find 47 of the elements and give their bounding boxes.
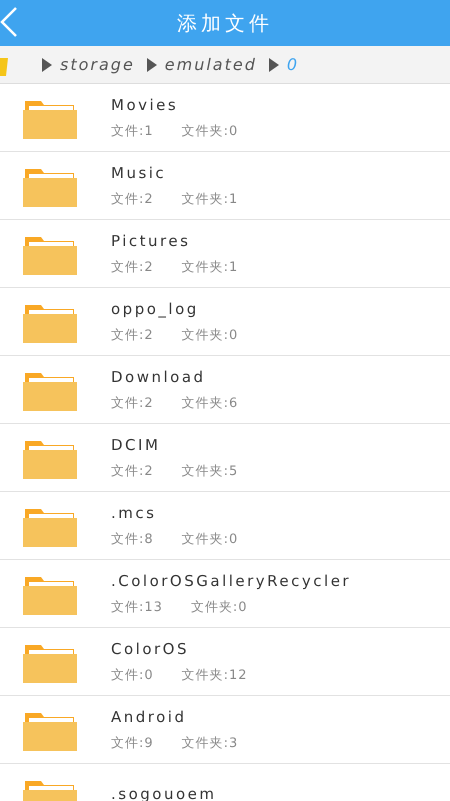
folder-name: oppo_log — [111, 300, 200, 318]
triangle-icon — [42, 58, 52, 72]
folder-count: 文件夹:0 — [182, 530, 238, 548]
file-count: 文件:13 — [111, 598, 163, 616]
file-count: 文件:9 — [111, 734, 154, 752]
file-count: 文件:2 — [111, 258, 154, 276]
folder-count: 文件夹:1 — [182, 258, 238, 276]
folder-name: DCIM — [111, 436, 162, 454]
folder-count: 文件夹:12 — [182, 666, 248, 684]
breadcrumb-item[interactable]: storage — [60, 55, 135, 74]
file-count: 文件:2 — [111, 190, 154, 208]
folder-name: .mcs — [111, 504, 158, 522]
file-count: 文件:0 — [111, 666, 154, 684]
folder-count: 文件夹:0 — [182, 122, 238, 140]
file-count: 文件:8 — [111, 530, 154, 548]
folder-row[interactable]: Android 文件:9 文件夹:3 — [0, 696, 450, 764]
file-count: 文件:2 — [111, 394, 154, 412]
folder-row[interactable]: Pictures 文件:2 文件夹:1 — [0, 220, 450, 288]
folder-row[interactable]: DCIM 文件:2 文件夹:5 — [0, 424, 450, 492]
folder-name: .ColorOSGalleryRecycler — [111, 572, 352, 590]
folder-name: Download — [111, 368, 207, 386]
folder-count: 文件夹:1 — [182, 190, 238, 208]
folder-row[interactable]: .mcs 文件:8 文件夹:0 — [0, 492, 450, 560]
folder-name: Android — [111, 708, 188, 726]
folder-row[interactable]: Download 文件:2 文件夹:6 — [0, 356, 450, 424]
folder-name: Music — [111, 164, 168, 182]
file-count: 文件:2 — [111, 462, 154, 480]
folder-row[interactable]: ColorOS 文件:0 文件夹:12 — [0, 628, 450, 696]
folder-row[interactable]: .ColorOSGalleryRecycler 文件:13 文件夹:0 — [0, 560, 450, 628]
folder-count: 文件夹:0 — [182, 326, 238, 344]
file-count: 文件:2 — [111, 326, 154, 344]
folder-row[interactable]: Music 文件:2 文件夹:1 — [0, 152, 450, 220]
breadcrumb-item[interactable]: emulated — [164, 55, 257, 74]
triangle-icon — [268, 58, 279, 72]
folder-name: ColorOS — [111, 640, 190, 658]
triangle-icon — [146, 58, 157, 72]
folder-count: 文件夹:3 — [182, 734, 238, 752]
folder-count: 文件夹:0 — [190, 598, 248, 616]
folder-name: Movies — [111, 96, 180, 114]
page-title: 添加文件 — [177, 10, 273, 36]
folder-row[interactable]: Movies 文件:1 文件夹:0 — [0, 84, 450, 152]
folder-count: 文件夹:5 — [182, 462, 238, 480]
folder-count: 文件夹:6 — [182, 394, 238, 412]
folder-row[interactable]: oppo_log 文件:2 文件夹:0 — [0, 288, 450, 356]
file-count: 文件:1 — [111, 122, 154, 140]
back-icon[interactable] — [0, 6, 20, 38]
folder-name: Pictures — [111, 232, 192, 250]
